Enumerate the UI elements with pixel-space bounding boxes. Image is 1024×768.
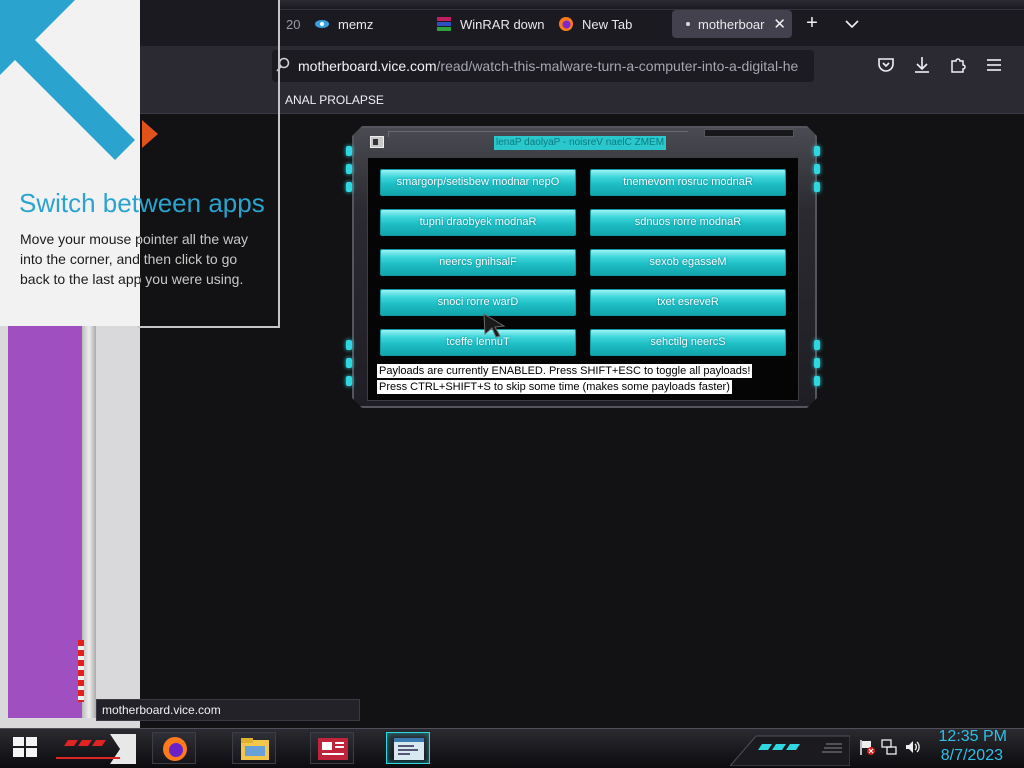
network-icon[interactable] — [880, 738, 898, 756]
extensions-icon[interactable] — [948, 55, 968, 75]
frame-led — [814, 164, 820, 174]
windows-start-icon[interactable] — [12, 736, 38, 758]
frame-led — [814, 358, 820, 368]
frame-led — [814, 182, 820, 192]
frame-led — [346, 164, 352, 174]
tab-motherboard-label: motherboar — [698, 16, 765, 32]
taskbar-firefox-button[interactable] — [152, 732, 196, 764]
downloads-icon[interactable] — [912, 55, 932, 75]
tab-motherboard[interactable]: motherboar ✕ — [672, 10, 792, 38]
reverse-text-button[interactable]: txet esreveR — [590, 289, 786, 316]
tab-new-tab-label: New Tab — [582, 16, 633, 32]
random-cursor-movement-button[interactable]: tnemevom rosruc modnaR — [590, 169, 786, 196]
winrar-favicon-icon — [437, 17, 451, 31]
corner-arrow-icon — [0, 0, 158, 160]
memz-titlebar-slot — [704, 129, 794, 137]
tip-description-overflow: Move your mouse pointer all the way into… — [140, 229, 264, 309]
firefox-icon — [163, 737, 187, 761]
url-path: /read/watch-this-malware-turn-a-computer… — [436, 58, 799, 74]
message-boxes-button[interactable]: sexob egasseM — [590, 249, 786, 276]
tip-description-overflow-text: Move your mouse pointer all the way into… — [140, 231, 248, 287]
taskbar-clock-date[interactable]: 8/7/2023 — [937, 747, 1003, 765]
tab-bar-edge — [280, 0, 1024, 10]
frame-led — [814, 340, 820, 350]
frame-led — [346, 182, 352, 192]
taskbar-tray-decoration — [730, 735, 850, 766]
frame-led — [346, 358, 352, 368]
mouse-cursor-icon — [483, 313, 506, 338]
tab-winrar[interactable]: WinRAR down — [430, 10, 548, 38]
draw-error-icons-button[interactable]: snoci rorre warD — [380, 289, 576, 316]
frame-led — [346, 146, 352, 156]
list-tabs-chevron-icon[interactable] — [840, 12, 864, 36]
taskbar-app-button[interactable] — [310, 732, 354, 764]
news-app-icon — [318, 738, 348, 760]
taskbar-decoration — [56, 734, 136, 764]
menu-hamburger-icon[interactable] — [984, 55, 1004, 75]
tab-partial[interactable]: 20- — [280, 10, 300, 38]
tab-memz[interactable]: memz — [308, 10, 418, 38]
memz-window-title: lenaP daolyaP - noisreV naelC ZMEM — [494, 136, 667, 150]
notepad-window-icon — [394, 738, 424, 760]
window-frame-ridge — [82, 326, 96, 718]
memz-window-icon[interactable] — [370, 136, 384, 148]
tab-memz-label: memz — [338, 16, 374, 32]
payloads-status-text: Payloads are currently ENABLED. Press SH… — [377, 364, 753, 378]
tunnel-effect-button[interactable]: tceffe lennuT — [380, 329, 576, 356]
tip-title: Switch between apps — [19, 188, 265, 218]
taskbar-clock-time[interactable]: 12:35 PM — [937, 728, 1007, 746]
random-keyboard-input-button[interactable]: tupni draobyek modnaR — [380, 209, 576, 236]
screen-glitches-button[interactable]: sehctilg neercS — [590, 329, 786, 356]
taskbar-memz-button[interactable] — [386, 732, 430, 764]
memz-favicon-icon — [315, 20, 329, 28]
url-text[interactable]: motherboard.vice.com/read/watch-this-mal… — [298, 58, 808, 74]
tab-new-tab[interactable]: New Tab — [552, 10, 666, 38]
link-status-bar: motherboard.vice.com — [96, 699, 360, 721]
frame-led — [814, 146, 820, 156]
flashing-screen-button[interactable]: neercs gnihsalF — [380, 249, 576, 276]
purple-window-strip — [8, 326, 82, 718]
url-domain: motherboard.vice.com — [298, 58, 437, 74]
random-error-sounds-button[interactable]: sdnuos rorre modnaR — [590, 209, 786, 236]
frame-led — [346, 340, 352, 350]
tab-loading-dot — [686, 22, 690, 26]
frame-led — [814, 376, 820, 386]
bookmark-item[interactable]: ANAL PROLAPSE — [285, 93, 384, 107]
frame-led — [346, 376, 352, 386]
firefox-icon — [559, 17, 573, 31]
file-explorer-icon — [241, 738, 269, 760]
open-random-websites-button[interactable]: smargorp/setisbew modnar nepO — [380, 169, 576, 196]
close-tab-icon[interactable]: ✕ — [773, 15, 786, 33]
frame-red-accent — [78, 640, 84, 702]
volume-icon[interactable] — [904, 738, 922, 756]
action-center-flag-icon[interactable] — [858, 738, 876, 756]
pocket-icon[interactable] — [876, 55, 896, 75]
taskbar-explorer-button[interactable] — [232, 732, 276, 764]
tab-partial-label: 20- — [286, 16, 300, 32]
tab-winrar-label: WinRAR down — [460, 16, 545, 32]
skip-time-hint-text: Press CTRL+SHIFT+S to skip some time (ma… — [377, 380, 732, 394]
new-tab-plus-icon[interactable]: + — [800, 12, 824, 36]
